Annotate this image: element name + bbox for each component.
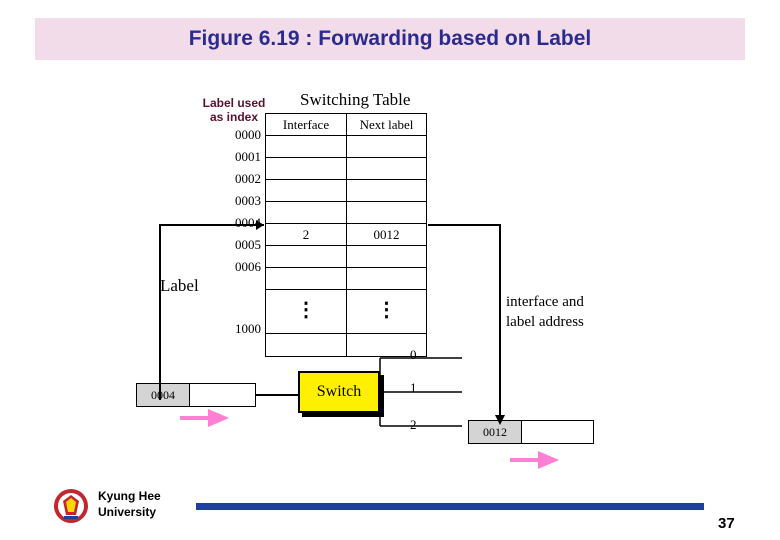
switch-node: Switch xyxy=(298,371,380,413)
page-title: Figure 6.19 : Forwarding based on Label xyxy=(188,27,592,50)
table-row xyxy=(266,136,426,158)
table-header-interface: Interface xyxy=(266,114,347,135)
switching-table-caption: Switching Table xyxy=(300,90,411,109)
incoming-packet-payload xyxy=(190,384,255,406)
table-row xyxy=(266,180,426,202)
table-header-next-label: Next label xyxy=(359,117,414,132)
interface-and-label-address-line2: label address xyxy=(506,314,584,330)
table-header-row: Interface Next label xyxy=(266,114,426,136)
table-index-6: 0006 xyxy=(235,259,261,274)
table-cell-interface: 2 xyxy=(266,224,347,245)
outgoing-packet: 0012 xyxy=(468,420,594,444)
footer-divider-bar xyxy=(196,503,704,510)
figure-forwarding-based-on-label: Switching Table Label used as index Labe… xyxy=(0,70,780,470)
title-banner: Figure 6.19 : Forwarding based on Label xyxy=(35,18,745,60)
port-0-label: 0 xyxy=(410,347,417,362)
table-cell-interface-ellipsis: ⋮ xyxy=(266,290,347,333)
table-row xyxy=(266,246,426,268)
table-index-5: 0005 xyxy=(235,237,261,252)
incoming-packet-label: 0004 xyxy=(137,384,190,406)
switching-table: Interface Next label 2 0012 ⋮ ⋮ xyxy=(265,113,427,357)
table-row xyxy=(266,334,426,356)
label-used-as-index-line1: Label used xyxy=(202,96,266,110)
table-row xyxy=(266,268,426,290)
table-cell-next-label xyxy=(347,136,426,157)
table-cell-interface xyxy=(266,180,347,201)
table-cell-interface xyxy=(266,246,347,267)
table-cell-interface xyxy=(266,202,347,223)
outgoing-packet-payload xyxy=(522,421,593,443)
table-index-2: 0002 xyxy=(235,171,261,186)
table-cell-next-label: 0012 xyxy=(373,227,400,242)
table-index-1: 0001 xyxy=(235,149,261,164)
port-1-label: 1 xyxy=(410,380,417,395)
university-name-line2: University xyxy=(98,505,157,519)
table-row-ellipsis: ⋮ ⋮ xyxy=(266,290,426,334)
university-logo-icon xyxy=(54,489,88,523)
outgoing-packet-label: 0012 xyxy=(469,421,522,443)
university-name: Kyung Hee University xyxy=(98,488,161,520)
label-used-as-index-caption: Label used as index xyxy=(196,96,272,124)
table-index-4: 0004 xyxy=(235,215,261,230)
table-cell-next-label xyxy=(347,202,426,223)
table-cell-interface xyxy=(266,334,347,356)
interface-and-label-address-line1: interface and xyxy=(506,294,584,310)
label-caption: Label xyxy=(160,276,199,295)
table-row xyxy=(266,202,426,224)
label-used-as-index-line2: as index xyxy=(209,110,259,124)
table-cell-next-label xyxy=(347,268,426,289)
table-index-0: 0000 xyxy=(235,127,261,142)
table-cell-interface xyxy=(266,158,347,179)
table-index-8: 1000 xyxy=(235,321,261,336)
table-cell-next-label xyxy=(347,158,426,179)
table-cell-interface xyxy=(266,268,347,289)
page-number: 37 xyxy=(718,515,735,532)
port-2-label: 2 xyxy=(410,417,417,432)
table-cell-next-label-ellipsis: ⋮ xyxy=(376,299,397,321)
table-cell-next-label xyxy=(347,180,426,201)
table-cell-interface xyxy=(266,136,347,157)
table-cell-next-label xyxy=(347,246,426,267)
university-name-line1: Kyung Hee xyxy=(98,489,161,503)
incoming-packet: 0004 xyxy=(136,383,256,407)
table-row xyxy=(266,158,426,180)
table-row-active: 2 0012 xyxy=(266,224,426,246)
interface-and-label-address-caption: interface and label address xyxy=(506,292,584,332)
table-index-3: 0003 xyxy=(235,193,261,208)
